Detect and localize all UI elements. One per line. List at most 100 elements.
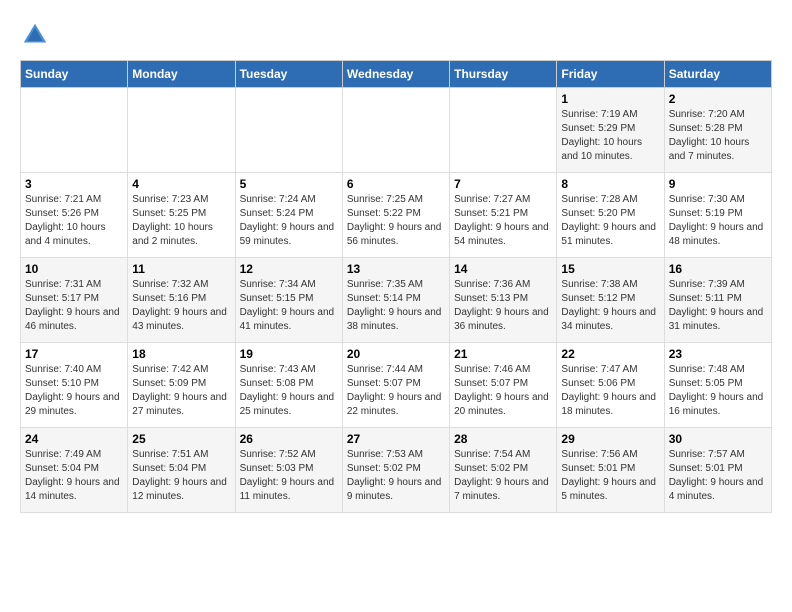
day-cell-13: 13 Sunrise: 7:35 AM Sunset: 5:14 PM Dayli… <box>342 258 449 343</box>
day-number: 15 <box>561 262 659 276</box>
day-number: 7 <box>454 177 552 191</box>
day-cell-18: 18Sunrise: 7:42 AM Sunset: 5:09 PM Dayli… <box>128 343 235 428</box>
day-number: 5 <box>240 177 338 191</box>
day-number: 10 <box>25 262 123 276</box>
day-number: 17 <box>25 347 123 361</box>
day-number: 6 <box>347 177 445 191</box>
day-cell-19: 19 Sunrise: 7:43 AM Sunset: 5:08 PM Dayli… <box>235 343 342 428</box>
weekday-header-saturday: Saturday <box>664 61 771 88</box>
weekday-header-wednesday: Wednesday <box>342 61 449 88</box>
day-info: Sunrise: 7:48 AM Sunset: 5:05 PM Dayligh… <box>669 363 767 419</box>
day-info: Sunrise: 7:39 AM Sunset: 5:11 PM Dayligh… <box>669 278 767 334</box>
day-number: 14 <box>454 262 552 276</box>
day-cell-1: 1 Sunrise: 7:19 AM Sunset: 5:29 PM Daylig… <box>557 88 664 173</box>
day-info: Sunrise: 7:57 AM Sunset: 5:01 PM Dayligh… <box>669 448 767 504</box>
day-cell-9: 9 Sunrise: 7:30 AM Sunset: 5:19 PM Daylig… <box>664 173 771 258</box>
day-info: Sunrise: 7:32 AM Sunset: 5:16 PM Dayligh… <box>132 278 230 334</box>
day-info: Sunrise: 7:49 AM Sunset: 5:04 PM Dayligh… <box>25 448 123 504</box>
day-number: 16 <box>669 262 767 276</box>
day-info: Sunrise: 7:28 AM Sunset: 5:20 PM Dayligh… <box>561 193 659 249</box>
day-cell-20: 20 Sunrise: 7:44 AM Sunset: 5:07 PM Dayli… <box>342 343 449 428</box>
weekday-header-friday: Friday <box>557 61 664 88</box>
day-cell-12: 12 Sunrise: 7:34 AM Sunset: 5:15 PM Dayli… <box>235 258 342 343</box>
day-info: Sunrise: 7:21 AM Sunset: 5:26 PM Dayligh… <box>25 193 123 249</box>
calendar: SundayMondayTuesdayWednesdayThursdayFrid… <box>20 60 772 513</box>
day-cell-2: 2Sunrise: 7:20 AM Sunset: 5:28 PM Daylig… <box>664 88 771 173</box>
day-cell-11: 11 Sunrise: 7:32 AM Sunset: 5:16 PM Dayli… <box>128 258 235 343</box>
day-cell-22: 22 Sunrise: 7:47 AM Sunset: 5:06 PM Dayli… <box>557 343 664 428</box>
day-cell-16: 16 Sunrise: 7:39 AM Sunset: 5:11 PM Dayli… <box>664 258 771 343</box>
day-number: 28 <box>454 432 552 446</box>
day-info: Sunrise: 7:53 AM Sunset: 5:02 PM Dayligh… <box>347 448 445 504</box>
day-info: Sunrise: 7:46 AM Sunset: 5:07 PM Dayligh… <box>454 363 552 419</box>
day-number: 12 <box>240 262 338 276</box>
logo <box>20 20 54 50</box>
day-number: 13 <box>347 262 445 276</box>
day-info: Sunrise: 7:19 AM Sunset: 5:29 PM Dayligh… <box>561 108 659 164</box>
day-cell-4: 4Sunrise: 7:23 AM Sunset: 5:25 PM Daylig… <box>128 173 235 258</box>
day-cell-3: 3 Sunrise: 7:21 AM Sunset: 5:26 PM Daylig… <box>21 173 128 258</box>
empty-cell <box>235 88 342 173</box>
day-number: 11 <box>132 262 230 276</box>
day-info: Sunrise: 7:24 AM Sunset: 5:24 PM Dayligh… <box>240 193 338 249</box>
day-cell-17: 17 Sunrise: 7:40 AM Sunset: 5:10 PM Dayli… <box>21 343 128 428</box>
day-number: 1 <box>561 92 659 106</box>
day-cell-21: 21 Sunrise: 7:46 AM Sunset: 5:07 PM Dayli… <box>450 343 557 428</box>
day-number: 9 <box>669 177 767 191</box>
day-number: 30 <box>669 432 767 446</box>
day-cell-25: 25 Sunrise: 7:51 AM Sunset: 5:04 PM Dayli… <box>128 428 235 513</box>
day-number: 22 <box>561 347 659 361</box>
day-number: 19 <box>240 347 338 361</box>
day-cell-30: 30 Sunrise: 7:57 AM Sunset: 5:01 PM Dayli… <box>664 428 771 513</box>
day-info: Sunrise: 7:44 AM Sunset: 5:07 PM Dayligh… <box>347 363 445 419</box>
day-number: 25 <box>132 432 230 446</box>
weekday-header-thursday: Thursday <box>450 61 557 88</box>
day-cell-24: 24 Sunrise: 7:49 AM Sunset: 5:04 PM Dayli… <box>21 428 128 513</box>
empty-cell <box>21 88 128 173</box>
day-cell-14: 14 Sunrise: 7:36 AM Sunset: 5:13 PM Dayli… <box>450 258 557 343</box>
page-header <box>20 20 772 50</box>
day-info: Sunrise: 7:30 AM Sunset: 5:19 PM Dayligh… <box>669 193 767 249</box>
day-number: 26 <box>240 432 338 446</box>
day-number: 29 <box>561 432 659 446</box>
day-cell-26: 26 Sunrise: 7:52 AM Sunset: 5:03 PM Dayli… <box>235 428 342 513</box>
day-cell-23: 23 Sunrise: 7:48 AM Sunset: 5:05 PM Dayli… <box>664 343 771 428</box>
day-info: Sunrise: 7:40 AM Sunset: 5:10 PM Dayligh… <box>25 363 123 419</box>
day-info: Sunrise: 7:47 AM Sunset: 5:06 PM Dayligh… <box>561 363 659 419</box>
day-cell-29: 29 Sunrise: 7:56 AM Sunset: 5:01 PM Dayli… <box>557 428 664 513</box>
day-info: Sunrise: 7:23 AM Sunset: 5:25 PM Dayligh… <box>132 193 230 249</box>
day-info: Sunrise: 7:38 AM Sunset: 5:12 PM Dayligh… <box>561 278 659 334</box>
weekday-header-monday: Monday <box>128 61 235 88</box>
day-number: 23 <box>669 347 767 361</box>
day-cell-28: 28 Sunrise: 7:54 AM Sunset: 5:02 PM Dayli… <box>450 428 557 513</box>
day-number: 27 <box>347 432 445 446</box>
day-info: Sunrise: 7:56 AM Sunset: 5:01 PM Dayligh… <box>561 448 659 504</box>
day-info: Sunrise: 7:31 AM Sunset: 5:17 PM Dayligh… <box>25 278 123 334</box>
empty-cell <box>342 88 449 173</box>
day-number: 21 <box>454 347 552 361</box>
day-info: Sunrise: 7:43 AM Sunset: 5:08 PM Dayligh… <box>240 363 338 419</box>
empty-cell <box>450 88 557 173</box>
day-number: 24 <box>25 432 123 446</box>
day-info: Sunrise: 7:27 AM Sunset: 5:21 PM Dayligh… <box>454 193 552 249</box>
day-cell-10: 10 Sunrise: 7:31 AM Sunset: 5:17 PM Dayli… <box>21 258 128 343</box>
day-info: Sunrise: 7:52 AM Sunset: 5:03 PM Dayligh… <box>240 448 338 504</box>
empty-cell <box>128 88 235 173</box>
day-number: 2 <box>669 92 767 106</box>
day-cell-6: 6 Sunrise: 7:25 AM Sunset: 5:22 PM Daylig… <box>342 173 449 258</box>
day-cell-7: 7 Sunrise: 7:27 AM Sunset: 5:21 PM Daylig… <box>450 173 557 258</box>
day-cell-15: 15 Sunrise: 7:38 AM Sunset: 5:12 PM Dayli… <box>557 258 664 343</box>
day-number: 3 <box>25 177 123 191</box>
day-number: 8 <box>561 177 659 191</box>
day-info: Sunrise: 7:36 AM Sunset: 5:13 PM Dayligh… <box>454 278 552 334</box>
day-info: Sunrise: 7:25 AM Sunset: 5:22 PM Dayligh… <box>347 193 445 249</box>
day-number: 20 <box>347 347 445 361</box>
day-info: Sunrise: 7:35 AM Sunset: 5:14 PM Dayligh… <box>347 278 445 334</box>
day-info: Sunrise: 7:42 AM Sunset: 5:09 PM Dayligh… <box>132 363 230 419</box>
day-cell-27: 27 Sunrise: 7:53 AM Sunset: 5:02 PM Dayli… <box>342 428 449 513</box>
day-info: Sunrise: 7:51 AM Sunset: 5:04 PM Dayligh… <box>132 448 230 504</box>
day-info: Sunrise: 7:54 AM Sunset: 5:02 PM Dayligh… <box>454 448 552 504</box>
day-info: Sunrise: 7:34 AM Sunset: 5:15 PM Dayligh… <box>240 278 338 334</box>
logo-icon <box>20 20 50 50</box>
weekday-header-sunday: Sunday <box>21 61 128 88</box>
